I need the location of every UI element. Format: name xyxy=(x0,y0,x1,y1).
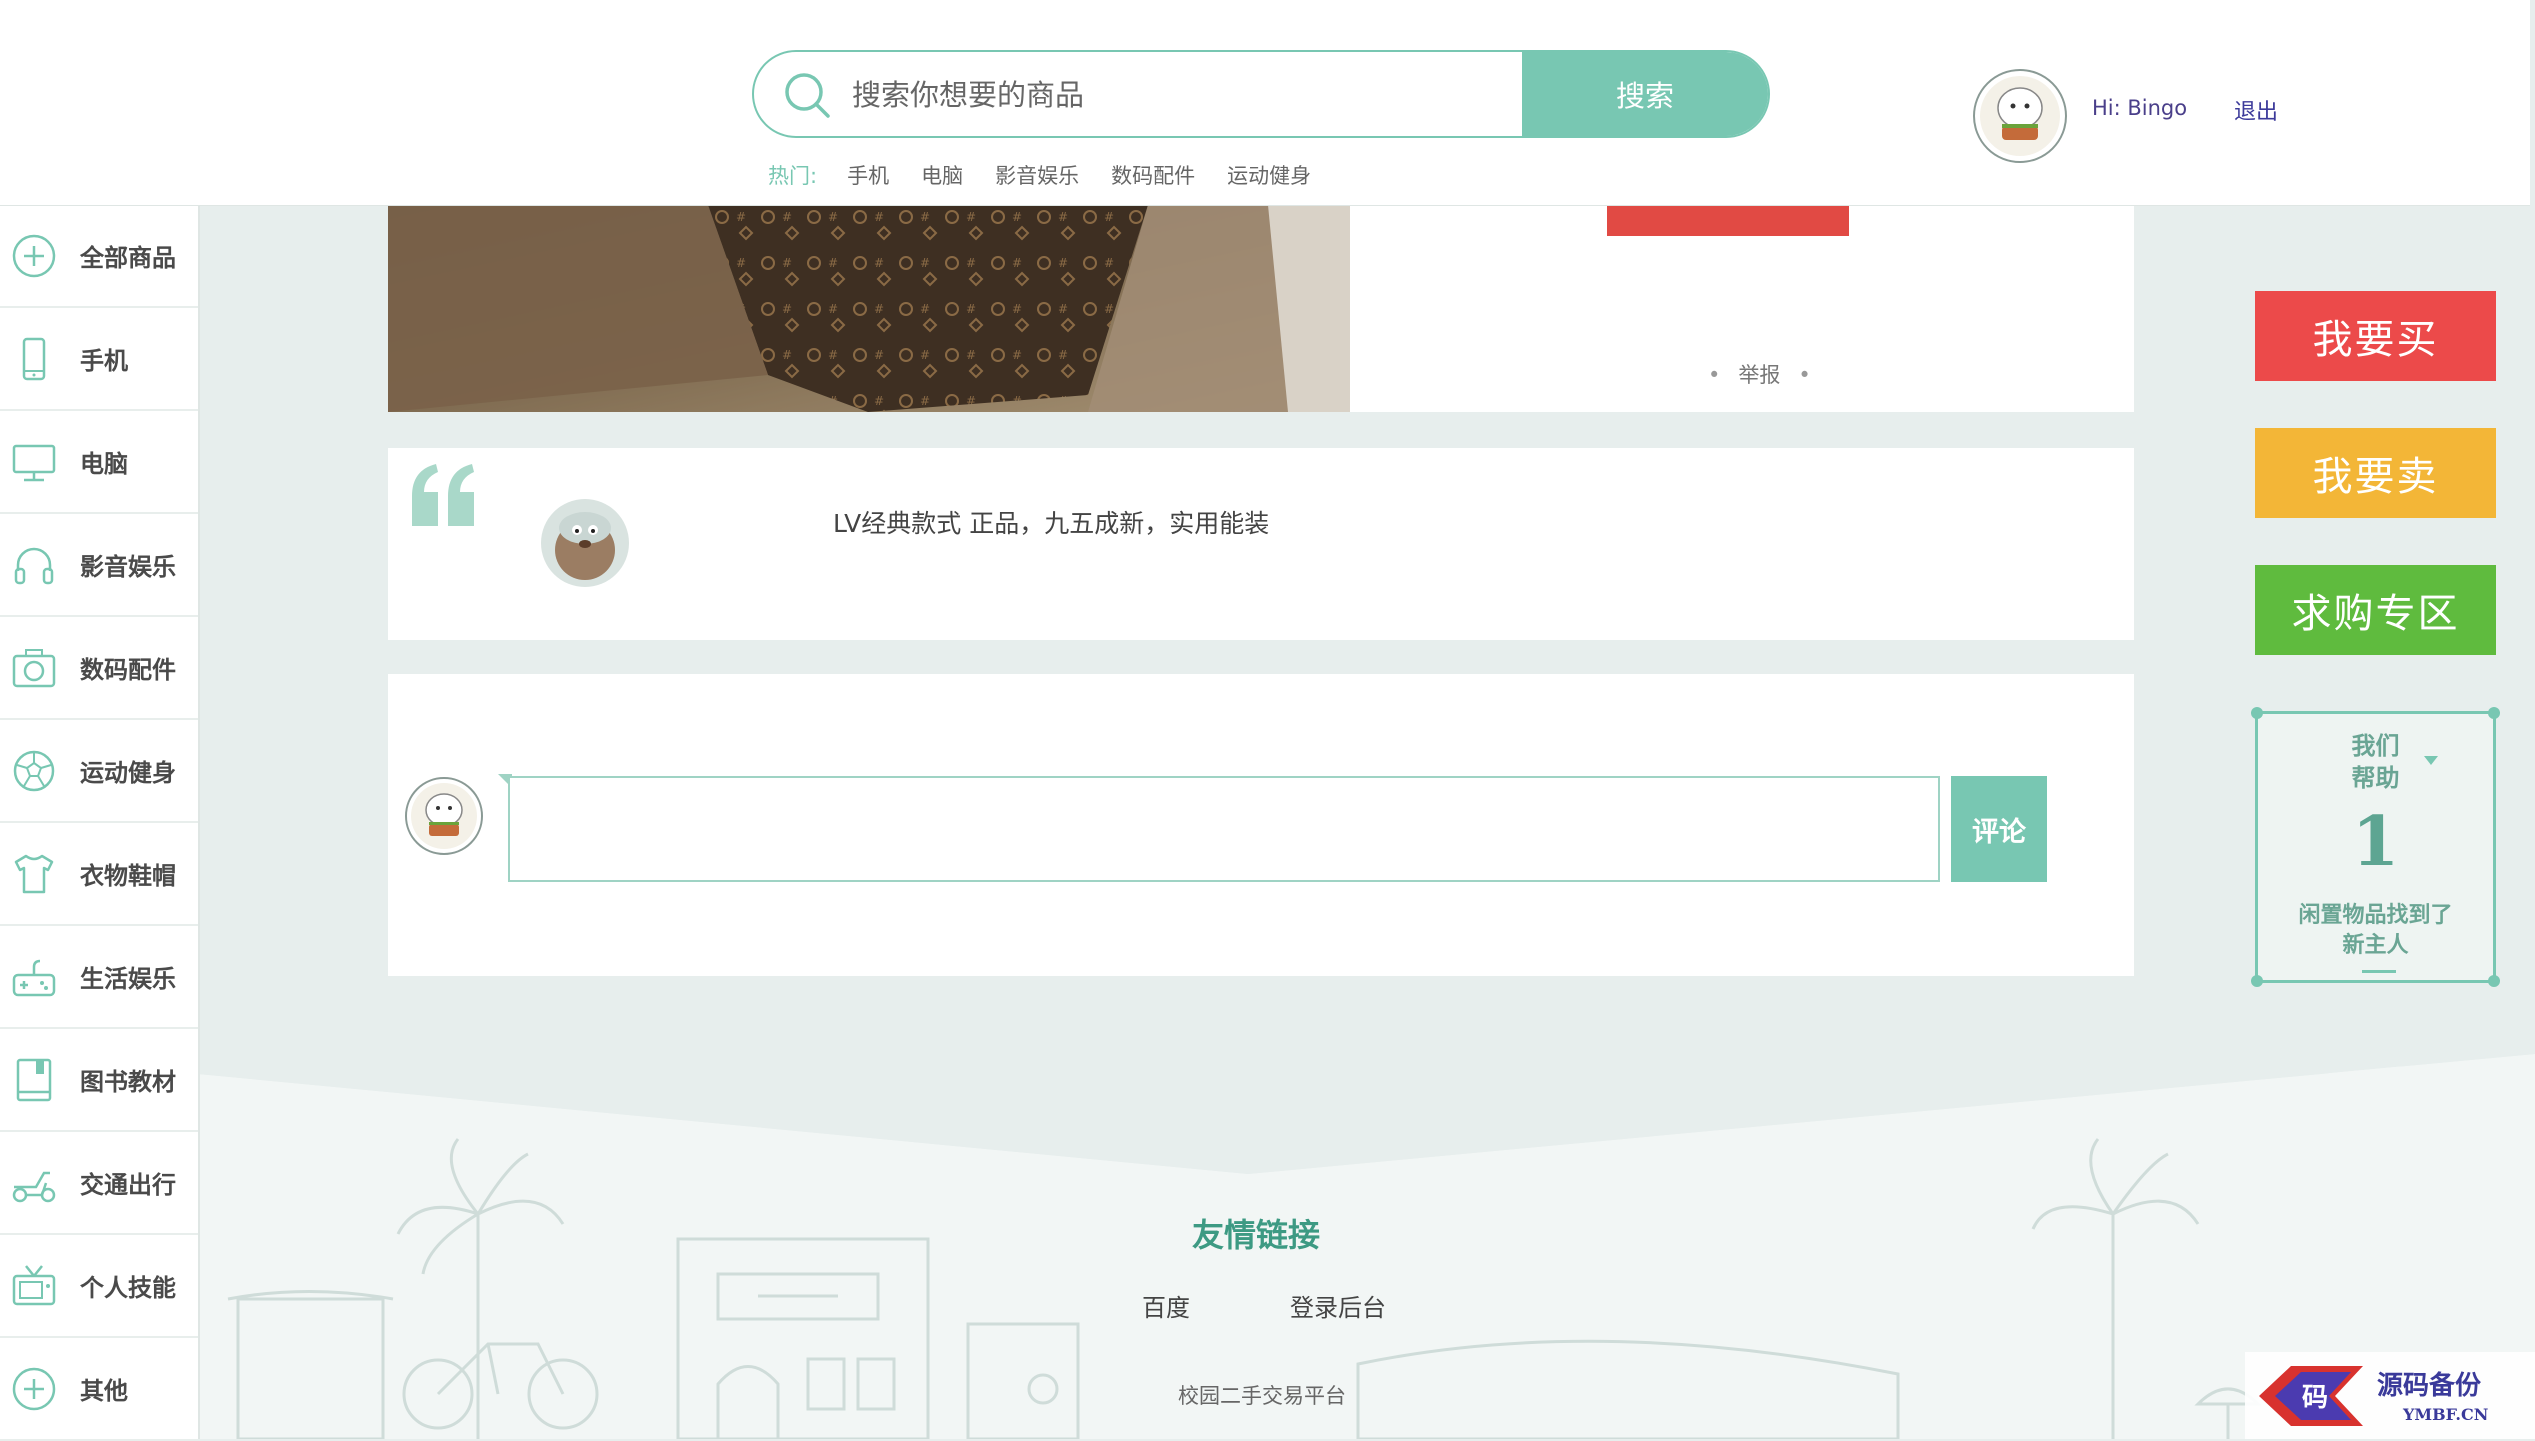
camera-icon xyxy=(12,648,56,687)
product-card: # •举报• xyxy=(388,205,2134,412)
sidebar-item-media[interactable]: 影音娱乐 xyxy=(0,514,198,617)
description-card: LV经典款式 正品，九五成新，实用能装 xyxy=(388,448,2134,640)
sidebar-item-label: 图书教材 xyxy=(80,1068,176,1096)
scooter-icon xyxy=(12,1171,56,1202)
help-stats-box: 我们 帮助 1 闲置物品找到了 新主人 xyxy=(2251,707,2500,987)
comment-card: 评论 xyxy=(388,674,2134,976)
tshirt-icon xyxy=(14,854,54,893)
comment-input[interactable] xyxy=(508,776,1940,882)
sidebar-item-clothing[interactable]: 衣物鞋帽 xyxy=(0,823,198,926)
footer-link-baidu[interactable]: 百度 xyxy=(1142,1288,1190,1323)
svg-text:码: 码 xyxy=(2302,1383,2328,1413)
footer-copyright: 校园二手交易平台 xyxy=(1178,1384,1346,1408)
quote-icon xyxy=(412,464,474,526)
product-image: # xyxy=(388,205,1350,412)
sidebar-item-label: 衣物鞋帽 xyxy=(80,862,176,890)
report-row: • 举报 • xyxy=(1708,363,1811,387)
sidebar-item-label: 运动健身 xyxy=(80,759,176,787)
help-description: 闲置物品找到了 新主人 xyxy=(2298,902,2453,958)
action-bar-fragment[interactable] xyxy=(1607,205,1849,236)
sidebar-item-label: 交通出行 xyxy=(80,1171,176,1199)
want-to-buy-button[interactable]: 求购专区 xyxy=(2255,565,2496,655)
hot-item-media[interactable]: 影音娱乐 xyxy=(995,160,1079,190)
svg-text:YMBF.CN: YMBF.CN xyxy=(2402,1405,2488,1424)
hot-searches: 热门: 手机 电脑 影音娱乐 数码配件 运动健身 xyxy=(768,160,1343,190)
hot-item-sports[interactable]: 运动健身 xyxy=(1227,160,1311,190)
football-icon xyxy=(13,750,55,791)
sidebar-item-phone[interactable]: 手机 xyxy=(0,308,198,411)
sidebar-item-transport[interactable]: 交通出行 xyxy=(0,1132,198,1235)
sidebar-item-label: 数码配件 xyxy=(80,656,176,684)
item-description: LV经典款式 正品，九五成新，实用能装 xyxy=(833,509,1270,538)
gamepad-icon xyxy=(12,959,56,996)
logout-link[interactable]: 退出 xyxy=(2234,94,2278,126)
caret-down-icon xyxy=(2424,756,2438,765)
headphones-icon xyxy=(14,547,54,584)
footer-illustration xyxy=(198,1044,2535,1439)
sidebar-item-other[interactable]: 其他 xyxy=(0,1338,198,1441)
footer-title: 友情链接 xyxy=(1192,1216,1321,1254)
plus-circle-icon xyxy=(12,1367,56,1410)
monitor-icon xyxy=(12,444,56,481)
plus-circle-icon xyxy=(12,234,56,277)
comment-submit-button[interactable]: 评论 xyxy=(1951,776,2047,882)
user-greeting: Hi: Bingo xyxy=(2092,96,2188,120)
search-button[interactable]: 搜索 xyxy=(1522,52,1768,136)
sidebar-item-books[interactable]: 图书教材 xyxy=(0,1029,198,1132)
hot-item-computer[interactable]: 电脑 xyxy=(921,160,963,190)
sidebar-item-sports[interactable]: 运动健身 xyxy=(0,720,198,823)
sidebar-item-label: 全部商品 xyxy=(80,244,176,272)
sidebar-item-all[interactable]: 全部商品 xyxy=(0,205,198,308)
header: 搜索 热门: 手机 电脑 影音娱乐 数码配件 运动健身 Hi: Bingo 退出 xyxy=(0,0,2530,206)
watermark-logo: 码 源码备份 YMBF.CN xyxy=(2245,1352,2535,1439)
category-sidebar: 全部商品 手机 电脑 影音娱乐 数码配件 运动健身 衣物鞋帽 生活娱乐 图书教材… xyxy=(0,205,200,1441)
footer-link-admin[interactable]: 登录后台 xyxy=(1290,1288,1386,1323)
user-avatar[interactable] xyxy=(1972,68,2068,164)
sidebar-item-label: 个人技能 xyxy=(80,1274,176,1302)
sidebar-item-label: 手机 xyxy=(80,347,128,375)
help-title: 我们 帮助 xyxy=(2351,731,2400,792)
report-link[interactable]: 举报 xyxy=(1738,363,1780,387)
search-box: 搜索 xyxy=(752,50,1770,138)
buy-button[interactable]: 我要买 xyxy=(2255,291,2496,381)
svg-text:源码备份: 源码备份 xyxy=(2377,1371,2481,1401)
phone-icon xyxy=(22,337,46,380)
sell-button[interactable]: 我要卖 xyxy=(2255,428,2496,518)
sidebar-item-digital[interactable]: 数码配件 xyxy=(0,617,198,720)
hot-item-digital[interactable]: 数码配件 xyxy=(1111,160,1195,190)
sidebar-item-label: 生活娱乐 xyxy=(80,965,176,993)
sidebar-item-computer[interactable]: 电脑 xyxy=(0,411,198,514)
search-input[interactable] xyxy=(850,52,1614,136)
sidebar-item-life[interactable]: 生活娱乐 xyxy=(0,926,198,1029)
sidebar-item-label: 其他 xyxy=(80,1377,128,1405)
hot-item-phone[interactable]: 手机 xyxy=(847,160,889,190)
sidebar-item-skills[interactable]: 个人技能 xyxy=(0,1235,198,1338)
search-icon xyxy=(785,73,830,118)
book-icon xyxy=(16,1058,52,1101)
commenter-avatar xyxy=(405,777,483,855)
sidebar-item-label: 电脑 xyxy=(80,450,128,478)
tv-icon xyxy=(12,1264,56,1305)
seller-avatar[interactable] xyxy=(540,498,630,588)
hot-label: 热门: xyxy=(768,164,818,188)
help-count: 1 xyxy=(2351,802,2400,882)
sidebar-item-label: 影音娱乐 xyxy=(80,553,176,581)
